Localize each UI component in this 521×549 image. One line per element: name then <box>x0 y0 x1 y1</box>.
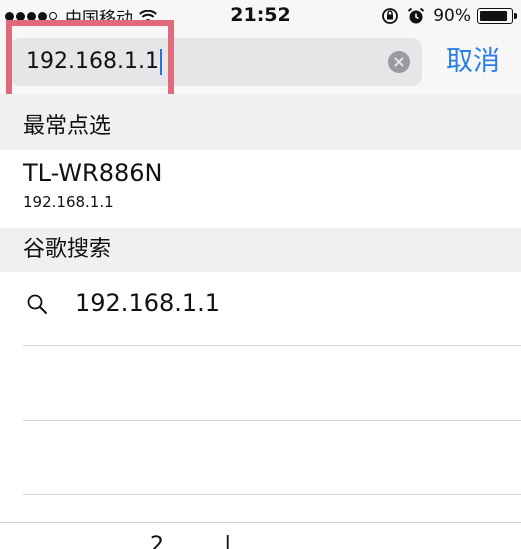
favorite-url: 192.168.1.1 <box>23 193 114 211</box>
address-field[interactable]: 192.168.1.1 <box>10 38 422 86</box>
section-header-label: 谷歌搜索 <box>23 237 112 262</box>
suggestions-list: 192.168.1.1 <box>0 272 521 522</box>
list-divider <box>23 345 521 346</box>
list-divider <box>23 494 521 495</box>
favorite-item[interactable]: TL-WR886N 192.168.1.1 <box>0 150 521 228</box>
status-bar-right: 90% <box>381 4 517 28</box>
favorite-title: TL-WR886N <box>23 159 163 187</box>
clear-text-icon[interactable] <box>388 51 410 73</box>
search-icon <box>26 293 48 315</box>
keyboard-key[interactable]: 2 <box>150 535 164 549</box>
address-input[interactable]: 192.168.1.1 <box>26 47 162 77</box>
section-header-favorites: 最常点选 <box>0 94 521 150</box>
list-divider <box>23 420 521 421</box>
section-header-google-search: 谷歌搜索 <box>0 228 521 272</box>
keyboard-key[interactable]: | <box>224 535 231 549</box>
keyboard: 2 | <box>0 522 521 549</box>
address-input-value: 192.168.1.1 <box>26 49 159 74</box>
status-bar: 中国移动 21:52 90% <box>0 0 521 34</box>
search-bar: 192.168.1.1 取消 <box>0 34 521 94</box>
cancel-button[interactable]: 取消 <box>446 45 500 79</box>
search-suggestion-item[interactable]: 192.168.1.1 <box>0 272 521 345</box>
orientation-lock-icon <box>381 7 399 25</box>
search-suggestion-text: 192.168.1.1 <box>75 289 221 317</box>
safari-search-screen: 中国移动 21:52 90% 192.168.1.1 取消 最常点选 TL-WR… <box>0 0 521 549</box>
battery-icon <box>477 8 517 24</box>
battery-percentage: 90% <box>433 6 471 26</box>
section-header-label: 最常点选 <box>23 114 112 139</box>
text-caret <box>159 49 162 75</box>
alarm-icon <box>407 7 425 25</box>
